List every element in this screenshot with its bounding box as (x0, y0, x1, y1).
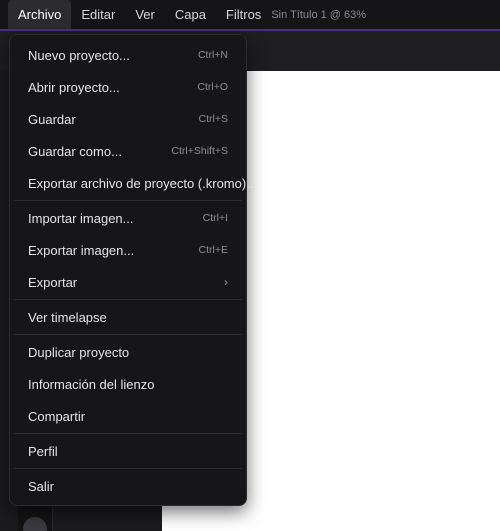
menu-separator (14, 299, 242, 300)
menu-separator (14, 468, 242, 469)
menu-capa[interactable]: Capa (165, 0, 216, 29)
menu-item-import-image[interactable]: Importar imagen... Ctrl+I (10, 202, 246, 234)
menu-item-label: Exportar (28, 274, 78, 290)
menu-separator (14, 433, 242, 434)
menu-item-label: Información del lienzo (28, 376, 155, 392)
shortcut-label: Ctrl+Shift+S (171, 145, 228, 157)
menu-item-label: Importar imagen... (28, 210, 134, 226)
app-window: Archivo Editar Ver Capa Filtros Sin Títu… (0, 0, 500, 531)
shortcut-label: Ctrl+S (198, 113, 228, 125)
menu-item-label: Duplicar proyecto (28, 344, 130, 360)
menu-item-export-project-file[interactable]: Exportar archivo de proyecto (.kromo)... (10, 167, 257, 199)
menu-item-label: Exportar imagen... (28, 242, 135, 258)
menu-item-label: Salir (28, 478, 55, 494)
menu-item-label: Nuevo proyecto... (28, 47, 130, 63)
menu-item-canvas-info[interactable]: Información del lienzo (10, 368, 246, 400)
menu-item-save[interactable]: Guardar Ctrl+S (10, 103, 246, 135)
menu-item-label: Compartir (28, 408, 86, 424)
menu-item-label: Guardar como... (28, 143, 122, 159)
menu-item-label: Guardar (28, 111, 76, 127)
menu-separator (14, 334, 242, 335)
menu-item-label: Exportar archivo de proyecto (.kromo)... (28, 175, 258, 191)
menu-ver[interactable]: Ver (125, 0, 165, 29)
menu-editar[interactable]: Editar (71, 0, 125, 29)
shortcut-label: Ctrl+N (197, 49, 228, 61)
shortcut-label: Ctrl+E (198, 244, 228, 256)
menu-item-label: Ver timelapse (28, 309, 107, 325)
shortcut-label: Ctrl+I (202, 212, 228, 224)
menu-item-exit[interactable]: Salir (10, 470, 246, 502)
menu-item-open-project[interactable]: Abrir proyecto... Ctrl+O (10, 71, 246, 103)
menu-item-label: Perfil (28, 443, 58, 459)
menu-item-export-submenu[interactable]: Exportar › (10, 266, 246, 298)
menubar: Archivo Editar Ver Capa Filtros Sin Títu… (0, 0, 500, 29)
chevron-right-icon: › (224, 275, 228, 289)
document-title: Sin Título 1 @ 63% (271, 8, 367, 21)
menu-item-duplicate-project[interactable]: Duplicar proyecto (10, 336, 246, 368)
menu-item-view-timelapse[interactable]: Ver timelapse (10, 301, 246, 333)
menu-filtros[interactable]: Filtros (216, 0, 271, 29)
menu-item-new-project[interactable]: Nuevo proyecto... Ctrl+N (10, 39, 246, 71)
menu-item-save-as[interactable]: Guardar como... Ctrl+Shift+S (10, 135, 246, 167)
menu-item-export-image[interactable]: Exportar imagen... Ctrl+E (10, 234, 246, 266)
menu-archivo[interactable]: Archivo (8, 0, 72, 29)
menu-item-profile[interactable]: Perfil (10, 435, 246, 467)
shortcut-label: Ctrl+O (197, 81, 228, 93)
menu-item-label: Abrir proyecto... (28, 79, 120, 95)
file-menu-dropdown: Nuevo proyecto... Ctrl+N Abrir proyecto.… (9, 34, 257, 506)
menu-separator (14, 200, 242, 201)
menu-item-share[interactable]: Compartir (10, 400, 246, 432)
